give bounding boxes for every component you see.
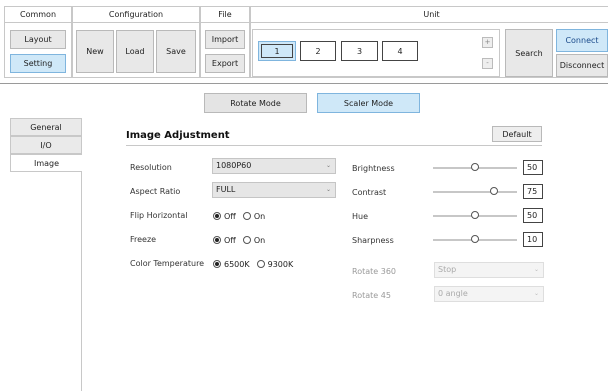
unit-3-button[interactable]: 3 [341, 41, 378, 61]
color-temperature-label: Color Temperature [130, 259, 205, 268]
panel-title-divider [126, 145, 542, 146]
sharpness-slider[interactable] [433, 234, 517, 246]
freeze-off-label: Off [224, 235, 236, 245]
flip-horizontal-label: Flip Horizontal [130, 211, 188, 220]
connect-button[interactable]: Connect [556, 29, 608, 52]
default-button[interactable]: Default [492, 126, 542, 142]
configuration-group: Configuration New Load Save [72, 6, 200, 78]
aspect-ratio-label: Aspect Ratio [130, 187, 181, 196]
rotate-mode-button[interactable]: Rotate Mode [204, 93, 307, 113]
load-button[interactable]: Load [116, 30, 154, 73]
contrast-label: Contrast [352, 188, 387, 197]
nav-item-image[interactable]: Image [10, 154, 82, 172]
layout-button[interactable]: Layout [10, 30, 66, 49]
hue-slider[interactable] [433, 210, 517, 222]
common-group-title: Common [5, 7, 71, 23]
rotate45-value: 0 angle [438, 289, 468, 298]
contrast-value-input[interactable]: 75 [523, 184, 543, 199]
rotate45-select[interactable]: 0 angle ⌄ [434, 286, 544, 302]
chevron-down-icon: ⌄ [533, 266, 539, 273]
resolution-label: Resolution [130, 163, 172, 172]
unit-2-button[interactable]: 2 [300, 41, 336, 61]
sharpness-value-input[interactable]: 10 [523, 232, 543, 247]
unit-group-title: Unit [251, 7, 608, 23]
resolution-value: 1080P60 [216, 161, 252, 170]
flip-horizontal-radio-group: Off On [213, 210, 265, 222]
save-button[interactable]: Save [156, 30, 196, 73]
aspect-ratio-value: FULL [216, 185, 236, 194]
flip-off-label: Off [224, 211, 236, 221]
flip-off-radio[interactable] [213, 212, 221, 220]
configuration-group-title: Configuration [73, 7, 199, 23]
remove-unit-button[interactable]: - [482, 58, 493, 69]
rotate360-value: Stop [438, 265, 457, 274]
sharpness-label: Sharpness [352, 236, 394, 245]
freeze-on-radio[interactable] [242, 236, 251, 244]
chevron-down-icon: ⌄ [325, 186, 331, 193]
search-button[interactable]: Search [505, 29, 553, 77]
contrast-slider-thumb[interactable] [490, 187, 498, 195]
rotate45-label: Rotate 45 [352, 291, 391, 300]
sharpness-slider-thumb[interactable] [471, 235, 479, 243]
chevron-down-icon: ⌄ [533, 290, 539, 297]
nav-item-general[interactable]: General [10, 118, 82, 136]
temp-9300k-radio[interactable] [256, 260, 265, 268]
panel-title: Image Adjustment [126, 130, 230, 141]
brightness-slider[interactable] [433, 162, 517, 174]
common-group: Common Layout Setting [4, 6, 72, 78]
add-unit-button[interactable]: + [482, 37, 493, 48]
nav-item-io[interactable]: I/O [10, 136, 82, 154]
scaler-mode-button[interactable]: Scaler Mode [317, 93, 420, 113]
chevron-down-icon: ⌄ [325, 162, 331, 169]
freeze-radio-group: Off On [213, 234, 265, 246]
contrast-slider-track [433, 191, 517, 193]
brightness-value-input[interactable]: 50 [523, 160, 543, 175]
temp-9300k-label: 9300K [267, 259, 294, 269]
aspect-ratio-select[interactable]: FULL ⌄ [212, 182, 336, 198]
rotate360-label: Rotate 360 [352, 267, 397, 276]
contrast-slider[interactable] [433, 186, 517, 198]
settings-nav: General I/O Image [10, 118, 82, 391]
rotate360-select[interactable]: Stop ⌄ [434, 262, 544, 278]
freeze-on-label: On [253, 235, 266, 245]
hue-label: Hue [352, 212, 369, 221]
hue-value-input[interactable]: 50 [523, 208, 543, 223]
brightness-label: Brightness [352, 164, 395, 173]
color-temperature-radio-group: 6500K 9300K [213, 258, 293, 270]
disconnect-button[interactable]: Disconnect [556, 54, 608, 77]
import-button[interactable]: Import [205, 30, 245, 49]
unit-1-button[interactable]: 1 [258, 41, 296, 61]
unit-4-button[interactable]: 4 [382, 41, 418, 61]
file-group: File Import Export [200, 6, 250, 78]
hue-slider-thumb[interactable] [471, 211, 479, 219]
flip-on-label: On [253, 211, 266, 221]
setting-button[interactable]: Setting [10, 54, 66, 73]
brightness-slider-thumb[interactable] [471, 163, 479, 171]
resolution-select[interactable]: 1080P60 ⌄ [212, 158, 336, 174]
flip-on-radio[interactable] [242, 212, 251, 220]
file-group-title: File [201, 7, 249, 23]
freeze-label: Freeze [130, 235, 157, 244]
export-button[interactable]: Export [205, 54, 245, 73]
ribbon-toolbar: Common Layout Setting Configuration New … [0, 0, 608, 84]
temp-6500k-label: 6500K [224, 259, 250, 269]
freeze-off-radio[interactable] [213, 236, 221, 244]
temp-6500k-radio[interactable] [213, 260, 221, 268]
new-button[interactable]: New [76, 30, 114, 73]
